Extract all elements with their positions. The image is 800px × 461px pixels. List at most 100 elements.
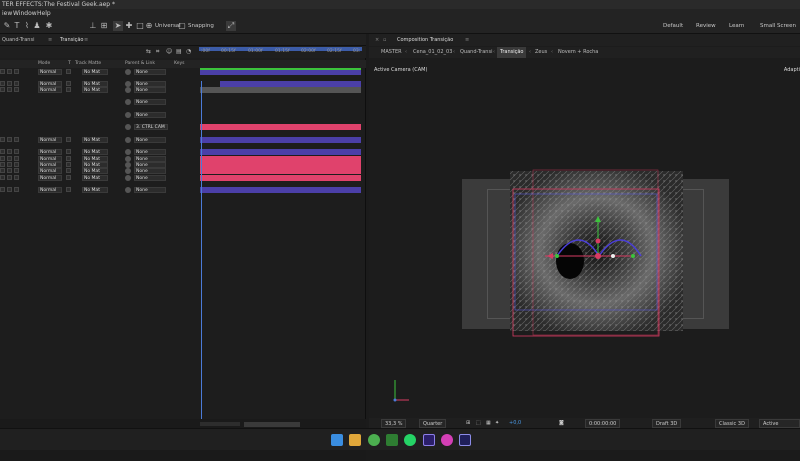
snap-options-icon[interactable]: ⤢ <box>226 21 236 31</box>
parent-dropdown[interactable]: None <box>134 69 166 75</box>
anchor-point[interactable] <box>595 253 601 259</box>
blend-mode-dropdown[interactable]: Normal <box>38 69 62 75</box>
layer-row[interactable]: Normal No Mat None <box>0 87 197 93</box>
hand-icon[interactable]: ✚ <box>124 21 134 31</box>
layer-switch[interactable] <box>14 69 19 74</box>
layer-switch[interactable] <box>14 81 19 86</box>
layer-switch[interactable] <box>7 137 12 142</box>
layer-switch[interactable] <box>14 168 19 173</box>
layer-row[interactable]: None <box>0 99 197 105</box>
layer-switch[interactable] <box>7 162 12 167</box>
draft3d-toggle[interactable]: Draft 3D <box>652 419 682 428</box>
time-ruler[interactable]: :00f 00:15f 01:00f 01:15f 02:00f 02:15f … <box>197 48 366 58</box>
pickwhip-icon[interactable] <box>125 149 131 155</box>
layer-switch[interactable] <box>0 69 5 74</box>
parent-dropdown[interactable]: None <box>134 175 166 181</box>
layer-switch[interactable] <box>7 87 12 92</box>
layer-row[interactable]: None <box>0 112 197 118</box>
camera-dropdown[interactable]: Active Came... <box>759 419 800 435</box>
universal-icon[interactable]: ⊕ <box>144 21 154 31</box>
parent-dropdown[interactable]: None <box>134 137 166 143</box>
layer-row[interactable]: Normal No Mat None <box>0 187 197 193</box>
layer-row[interactable]: Normal No Mat None <box>0 69 197 75</box>
layer-switch[interactable] <box>14 87 19 92</box>
pickwhip-icon[interactable] <box>125 175 131 181</box>
parent-dropdown[interactable]: None <box>134 99 166 105</box>
col-mode[interactable]: Mode <box>38 60 50 68</box>
layer-duration-bar[interactable] <box>200 149 361 155</box>
preserve-transparency-checkbox[interactable] <box>66 69 71 74</box>
selection-tool-icon[interactable]: ➤ <box>113 21 123 31</box>
draft3d-icon[interactable]: ⌗ <box>156 48 159 56</box>
track-matte-dropdown[interactable]: No Mat <box>82 168 108 174</box>
layer-switch[interactable] <box>14 187 19 192</box>
motion-path[interactable] <box>556 239 600 257</box>
comp-flowchart-icon[interactable]: ⇆ <box>146 48 151 55</box>
pickwhip-icon[interactable] <box>125 112 131 118</box>
layer-switch[interactable] <box>0 156 5 161</box>
preserve-transparency-checkbox[interactable] <box>66 168 71 173</box>
pickwhip-icon[interactable] <box>125 87 131 93</box>
layer-duration-bar[interactable] <box>200 187 361 193</box>
after-effects-icon[interactable] <box>423 434 435 446</box>
preserve-transparency-checkbox[interactable] <box>66 175 71 180</box>
workspace-learn[interactable]: Learn <box>729 18 744 34</box>
preserve-transparency-checkbox[interactable] <box>66 87 71 92</box>
motion-path[interactable] <box>598 239 642 257</box>
resolution-dropdown[interactable]: Quarter <box>419 419 447 428</box>
y-arrow[interactable] <box>595 216 601 222</box>
pickwhip-icon[interactable] <box>125 99 131 105</box>
app-icon[interactable] <box>441 434 453 446</box>
horizontal-scrollbar[interactable] <box>244 422 300 427</box>
track-matte-dropdown[interactable]: No Mat <box>82 175 108 181</box>
layer-switch[interactable] <box>7 149 12 154</box>
tab-quand-transi[interactable]: Quand-Transi <box>2 34 34 46</box>
col-parent[interactable]: Parent & Link <box>125 60 155 68</box>
playhead[interactable] <box>201 81 202 456</box>
preserve-transparency-checkbox[interactable] <box>66 81 71 86</box>
pickwhip-icon[interactable] <box>125 124 131 130</box>
parent-dropdown[interactable]: None <box>134 149 166 155</box>
layer-switch[interactable] <box>7 69 12 74</box>
zoom-dropdown[interactable]: 33,3 % <box>381 419 407 428</box>
layer-switch[interactable] <box>0 137 5 142</box>
blend-mode-dropdown[interactable]: Normal <box>38 87 62 93</box>
snapping-label[interactable]: Snapping <box>188 18 214 34</box>
layer-duration-bar[interactable] <box>200 87 361 93</box>
layer-switch[interactable] <box>7 175 12 180</box>
timecode-display[interactable]: 0:00:00:00 <box>585 419 621 428</box>
parent-dropdown[interactable]: 3. CTRL CAM <box>134 124 168 130</box>
layer-row[interactable]: 3. CTRL CAM <box>0 124 197 130</box>
layer-switch[interactable] <box>7 156 12 161</box>
layer-switch[interactable] <box>14 175 19 180</box>
preserve-transparency-checkbox[interactable] <box>66 156 71 161</box>
pickwhip-icon[interactable] <box>125 69 131 75</box>
workspace-default[interactable]: Default <box>663 18 683 34</box>
bounding-box[interactable] <box>512 188 660 337</box>
zoom-slider[interactable] <box>200 422 240 426</box>
parent-dropdown[interactable]: None <box>134 168 166 174</box>
premiere-icon[interactable] <box>459 434 471 446</box>
handle-point[interactable] <box>611 254 615 258</box>
pickwhip-icon[interactable] <box>125 137 131 143</box>
parent-dropdown[interactable]: None <box>134 112 166 118</box>
layer-switch[interactable] <box>7 168 12 173</box>
layer-duration-bar[interactable] <box>200 175 361 181</box>
motion-blur-icon[interactable]: ◔ <box>186 48 191 55</box>
pickwhip-icon[interactable] <box>125 187 131 193</box>
blend-mode-dropdown[interactable]: Normal <box>38 187 62 193</box>
layer-switch[interactable] <box>7 187 12 192</box>
tab-transicao[interactable]: Transição <box>60 34 83 46</box>
layer-duration-bar[interactable] <box>200 137 361 143</box>
parent-dropdown[interactable]: None <box>134 87 166 93</box>
blend-mode-dropdown[interactable]: Normal <box>38 149 62 155</box>
layer-switch[interactable] <box>7 81 12 86</box>
chrome-icon[interactable] <box>368 434 380 446</box>
layer-switch[interactable] <box>0 187 5 192</box>
col-keys[interactable]: Keys <box>174 60 185 68</box>
brush-icon[interactable]: ⌇ <box>22 21 32 31</box>
layer-switch[interactable] <box>14 162 19 167</box>
type-icon[interactable]: T <box>12 21 22 31</box>
blend-mode-dropdown[interactable]: Normal <box>38 137 62 143</box>
track-matte-dropdown[interactable]: No Mat <box>82 187 108 193</box>
